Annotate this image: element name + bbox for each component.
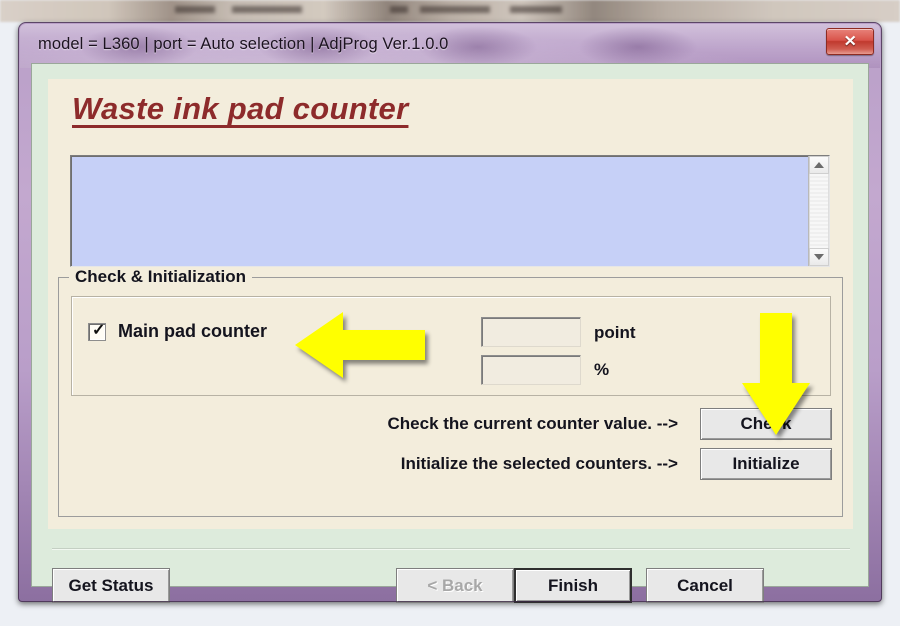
desktop-background — [0, 0, 900, 22]
back-button: < Back — [396, 568, 514, 603]
title-bar[interactable]: model = L360 | port = Auto selection | A… — [18, 22, 882, 66]
scroll-up-arrow-icon[interactable] — [809, 156, 829, 174]
group-legend: Check & Initialization — [69, 267, 252, 287]
main-pad-counter-label: Main pad counter — [118, 321, 268, 341]
check-button[interactable]: Check — [700, 408, 832, 440]
checkmark-icon: ✓ — [92, 321, 106, 339]
counter-selection-panel: ✓ Main pad counter point % — [71, 296, 831, 396]
percent-unit-label: % — [594, 360, 610, 379]
check-initialization-group: Check & Initialization ✓ Main pad counte… — [58, 267, 843, 517]
app-window: model = L360 | port = Auto selection | A… — [18, 22, 882, 603]
log-listbox[interactable] — [70, 155, 830, 267]
main-pad-counter-row[interactable]: ✓ Main pad counter — [88, 321, 267, 342]
percent-field[interactable] — [481, 355, 581, 385]
initialize-action-row: Initialize the selected counters. --> In… — [401, 448, 832, 480]
initialize-action-label: Initialize the selected counters. --> — [400, 454, 678, 473]
check-action-row: Check the current counter value. --> Che… — [387, 408, 832, 440]
point-unit-label: point — [594, 323, 636, 342]
initialize-button[interactable]: Initialize — [700, 448, 832, 480]
screen: model = L360 | port = Auto selection | A… — [0, 0, 900, 626]
close-button[interactable]: ✕ — [826, 28, 874, 55]
page-title: Waste ink pad counter — [72, 91, 409, 126]
main-pad-counter-checkbox[interactable]: ✓ — [88, 321, 106, 341]
window-title: model = L360 | port = Auto selection | A… — [38, 34, 449, 53]
log-scrollbar[interactable] — [808, 156, 829, 266]
scrollbar-track[interactable] — [809, 174, 829, 248]
footer-divider — [52, 548, 850, 550]
finish-button[interactable]: Finish — [514, 568, 632, 603]
check-action-label: Check the current counter value. --> — [387, 414, 679, 433]
dialog-client-area: Waste ink pad counter Check & Initializa… — [31, 63, 869, 603]
scroll-down-arrow-icon[interactable] — [809, 248, 829, 266]
get-status-button[interactable]: Get Status — [52, 568, 170, 603]
footer-bar: Get Status < Back Finish Cancel — [32, 562, 870, 610]
close-icon: ✕ — [843, 33, 857, 50]
point-field[interactable] — [481, 317, 581, 347]
content-panel: Waste ink pad counter Check & Initializa… — [48, 79, 853, 529]
cancel-button[interactable]: Cancel — [646, 568, 764, 603]
